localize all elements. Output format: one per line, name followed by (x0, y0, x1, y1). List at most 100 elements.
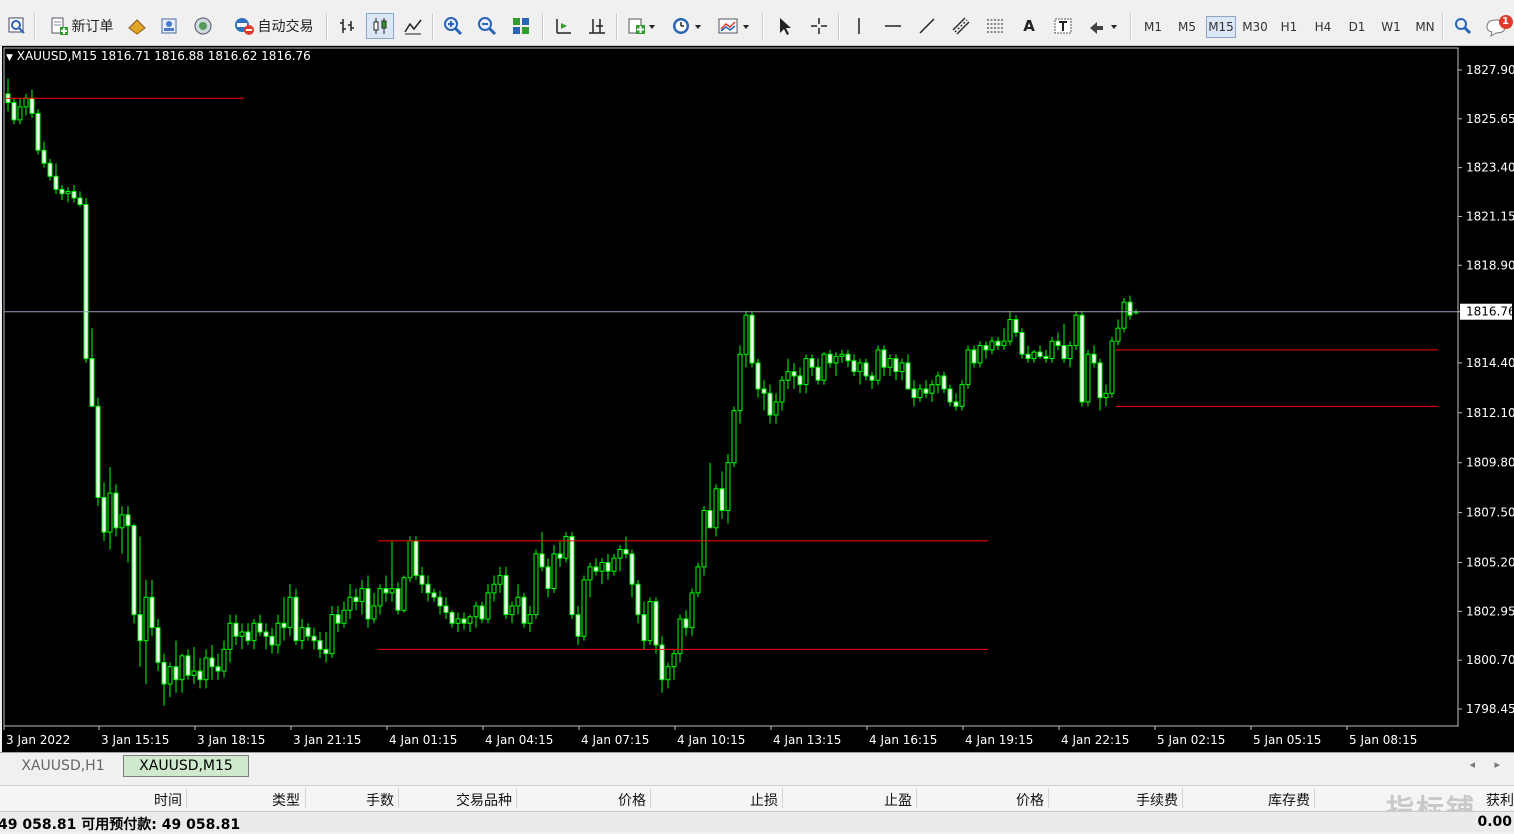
periods-dropdown-icon[interactable] (668, 13, 706, 39)
timeframe-w1-button[interactable]: W1 (1376, 16, 1406, 38)
candle-body (1013, 319, 1019, 334)
col-time[interactable]: 时间 (100, 790, 182, 810)
zoom-out-icon[interactable] (474, 13, 500, 39)
arrows-dropdown-icon[interactable] (1084, 13, 1122, 39)
col-open-price[interactable]: 价格 (520, 790, 646, 810)
candle-body (497, 575, 503, 585)
candle-body (317, 640, 323, 650)
candle-body (359, 588, 365, 603)
candle-body (629, 553, 635, 585)
candle-body (1115, 327, 1121, 342)
candle-body (203, 657, 209, 681)
col-swap[interactable]: 库存费 (1186, 790, 1310, 810)
candle-body (101, 496, 107, 533)
navigator-icon[interactable] (190, 13, 216, 39)
col-type[interactable]: 类型 (200, 790, 300, 810)
candle-body (779, 379, 785, 403)
candle-body (989, 340, 995, 351)
candle-body (641, 614, 647, 642)
bar-chart-icon[interactable] (334, 13, 360, 39)
candle-body (233, 622, 239, 637)
candle-body (245, 631, 251, 642)
candle-body (977, 345, 983, 364)
timeframe-m15-button[interactable]: M15 (1206, 16, 1236, 38)
vertical-line-icon[interactable] (846, 13, 872, 39)
text-box-icon[interactable] (1050, 13, 1076, 39)
candle-body (851, 360, 857, 373)
candle-body (179, 655, 185, 681)
fibonacci-icon[interactable] (982, 13, 1008, 39)
col-commission[interactable]: 手续费 (1052, 790, 1178, 810)
cursor-icon[interactable] (772, 13, 798, 39)
candle-body (173, 666, 179, 681)
text-label-icon[interactable]: A (1016, 13, 1042, 39)
timeframe-mn-button[interactable]: MN (1410, 16, 1440, 38)
candle-body (479, 605, 485, 620)
col-stop-loss[interactable]: 止损 (654, 790, 778, 810)
timeframe-m1-button[interactable]: M1 (1138, 16, 1168, 38)
candle-body (383, 588, 389, 594)
candle-body (569, 536, 575, 616)
trendline-icon[interactable] (914, 13, 940, 39)
col-take-profit[interactable]: 止盈 (786, 790, 912, 810)
y-tick-label: 1812.10 (1466, 406, 1514, 420)
horizontal-line-icon[interactable] (880, 13, 906, 39)
candle-body (905, 362, 911, 390)
search-icon[interactable] (1450, 13, 1476, 39)
col-lots[interactable]: 手数 (310, 790, 394, 810)
templates-dropdown-icon[interactable] (714, 13, 754, 39)
candle-body (611, 557, 617, 572)
timeframe-m5-button[interactable]: M5 (1172, 16, 1202, 38)
candle-body (599, 562, 605, 572)
timeframe-h4-button[interactable]: H4 (1308, 16, 1338, 38)
auto-scroll-icon[interactable] (550, 13, 576, 39)
candle-body (335, 614, 341, 624)
candle-body (407, 540, 413, 579)
collapse-triangle-icon[interactable]: ▼ (6, 53, 13, 63)
y-tick-label: 1807.50 (1466, 506, 1514, 520)
tab-scroll-arrows[interactable]: ◂ ▸ (1469, 758, 1508, 771)
indicators-dropdown-icon[interactable] (624, 13, 660, 39)
line-chart-icon[interactable] (400, 13, 426, 39)
candle-body (545, 566, 551, 590)
candle-body (839, 353, 845, 357)
x-tick-label: 5 Jan 08:15 (1349, 733, 1417, 747)
crosshair-icon[interactable] (806, 13, 832, 39)
candle-body (293, 596, 299, 642)
candle-body (1073, 314, 1079, 347)
zoom-in-icon[interactable] (440, 13, 466, 39)
candlestick-chart[interactable]: 1827.90 1825.65 1823.40 1821.15 1818.90 1816.… (2, 46, 1514, 752)
candle-body (1127, 301, 1133, 316)
candle-body (425, 583, 431, 594)
timeframe-m30-button[interactable]: M30 (1240, 16, 1270, 38)
equidistant-channel-icon[interactable] (948, 13, 974, 39)
candle-body (17, 106, 23, 121)
candle-body (515, 596, 521, 607)
new-order-button[interactable]: 新订单 (40, 13, 118, 39)
candle-body (701, 509, 707, 568)
candle-body (467, 616, 473, 624)
candle-body (671, 653, 677, 668)
candle-body (773, 401, 779, 416)
col-symbol[interactable]: 交易品种 (402, 790, 512, 810)
market-watch-icon[interactable] (124, 13, 150, 39)
chart-shift-icon[interactable] (584, 13, 610, 39)
data-window-icon[interactable] (156, 13, 182, 39)
candlestick-chart-icon[interactable] (366, 13, 394, 39)
timeframe-d1-button[interactable]: D1 (1342, 16, 1372, 38)
candle-body (71, 191, 77, 199)
col-current-price[interactable]: 价格 (920, 790, 1044, 810)
timeframe-h1-button[interactable]: H1 (1274, 16, 1304, 38)
price-chart[interactable]: 1827.90 1825.65 1823.40 1821.15 1818.90 1816.… (2, 46, 1514, 752)
zoom-chart-icon[interactable] (4, 13, 30, 39)
notifications-icon[interactable]: 1 (1484, 13, 1514, 39)
candle-body (875, 349, 881, 381)
tab-xauusd-m15[interactable]: XAUUSD,M15 (123, 755, 249, 777)
tile-windows-icon[interactable] (508, 13, 534, 39)
auto-trading-button[interactable]: 自动交易 (222, 13, 320, 39)
auto-trading-label: 自动交易 (257, 19, 314, 35)
x-tick-label: 4 Jan 22:15 (1061, 733, 1129, 747)
candle-body (533, 553, 539, 616)
candle-body (347, 596, 353, 611)
tab-xauusd-h1[interactable]: XAUUSD,H1 (4, 755, 122, 777)
